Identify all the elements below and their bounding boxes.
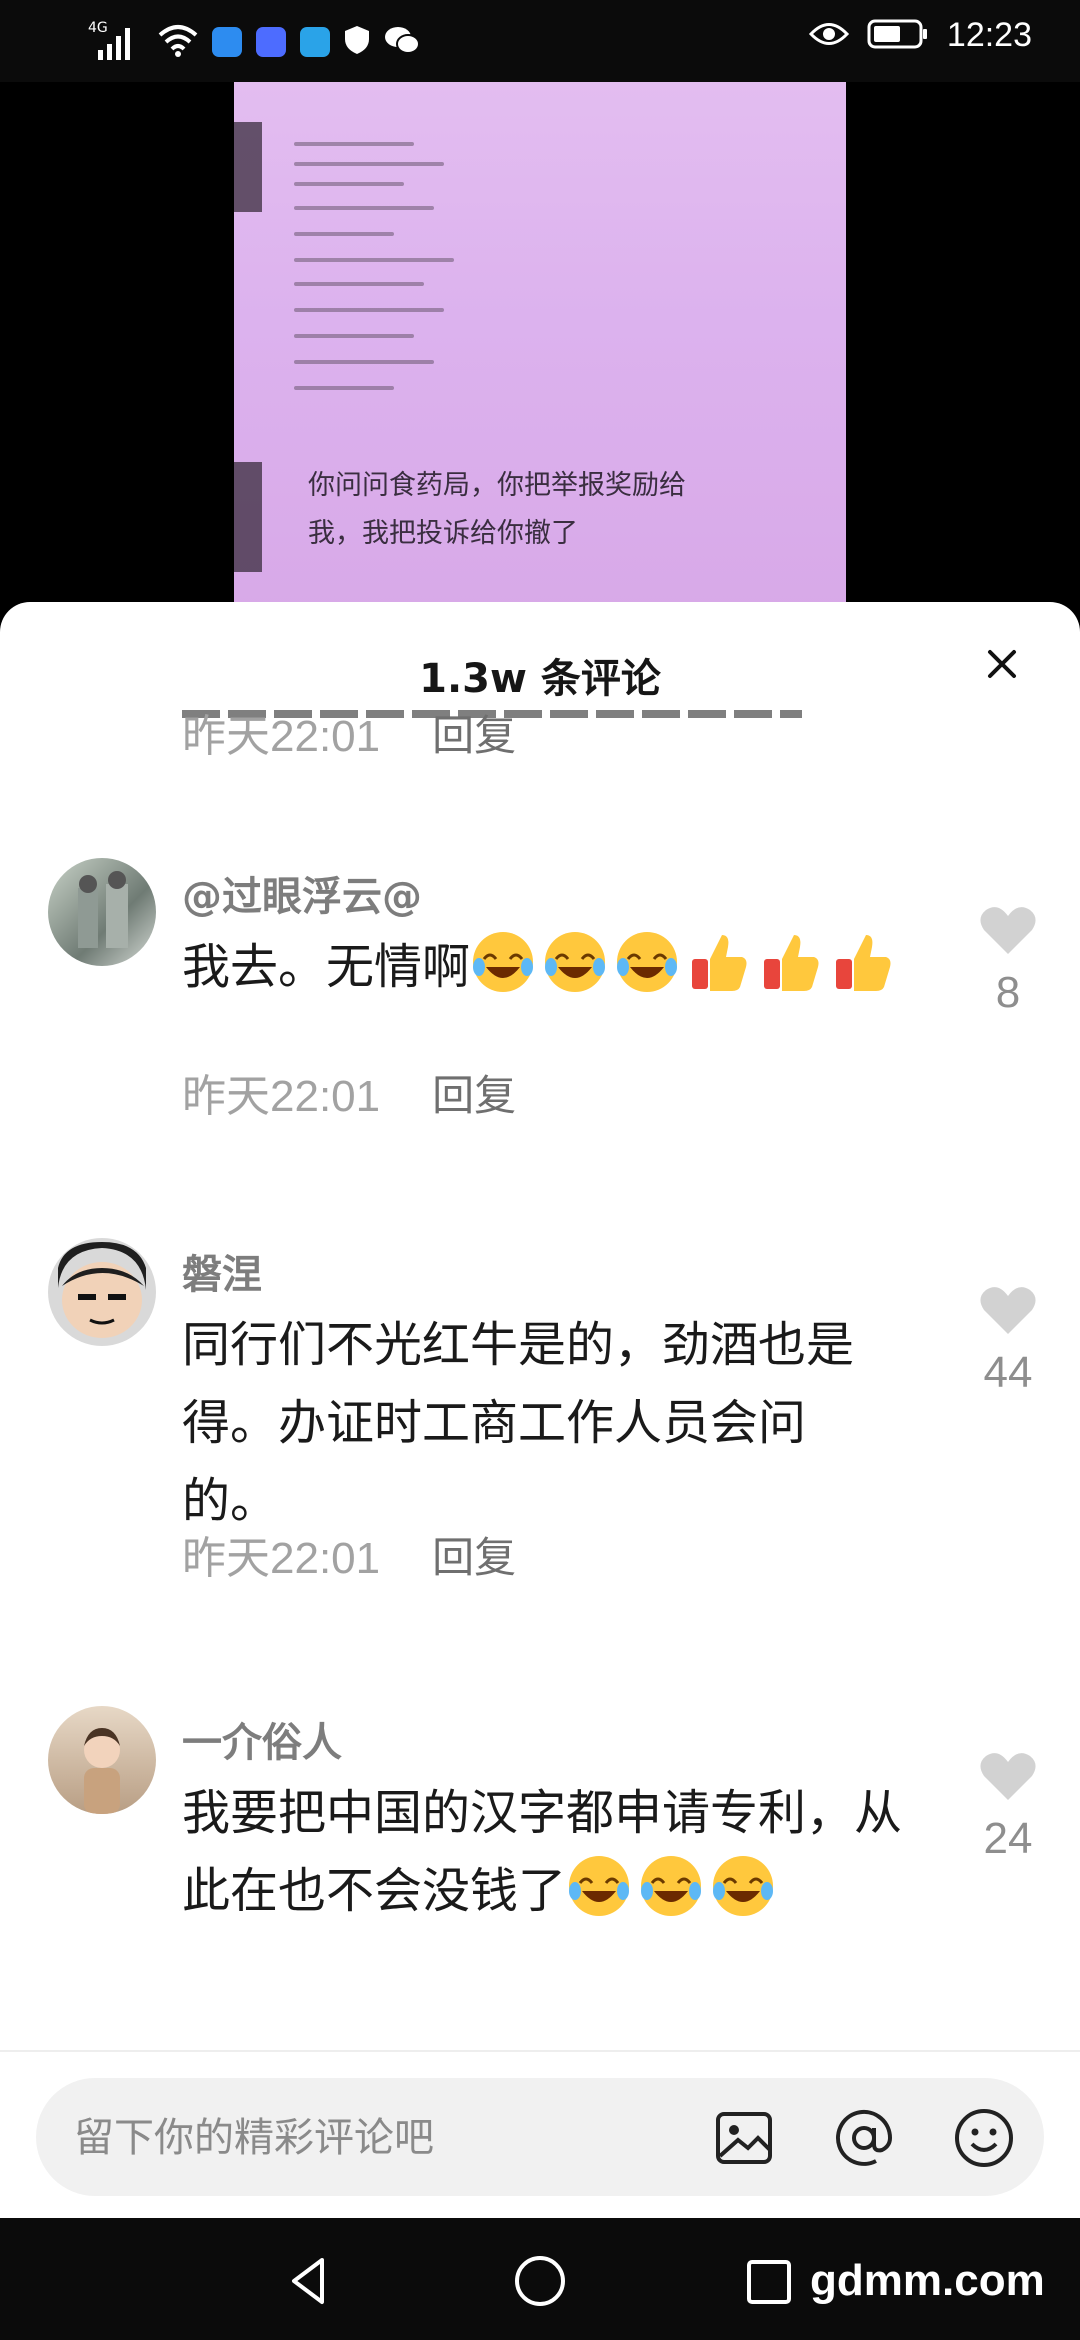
thumbs-up-emoji-icon	[692, 935, 747, 991]
cloud-app-icon	[300, 27, 330, 57]
laughing-crying-emoji-icon	[641, 1856, 702, 1916]
comment-time: 昨天22:01	[182, 712, 381, 761]
like-count: 8	[995, 968, 1021, 1017]
recents-square-icon	[747, 2260, 791, 2304]
network-type: 4G	[88, 20, 108, 36]
cellular-signal-icon: 4G	[88, 18, 144, 66]
mention-button[interactable]	[832, 2106, 896, 2170]
document-line	[294, 334, 414, 338]
thumbs-up-emoji-icon	[764, 935, 819, 991]
video-player[interactable]: 你问问食药局，你把举报奖励给 我，我把投诉给你撤了	[0, 82, 1080, 612]
home-circle-icon	[515, 2256, 565, 2306]
laughing-crying-emoji-icon	[617, 932, 678, 992]
document-line	[294, 282, 424, 286]
comment-input-bar	[0, 2050, 1080, 2220]
battery-icon	[867, 19, 929, 53]
comment-text: 我要把中国的汉字都申请专利，从此在也不会没钱了	[182, 1774, 902, 1930]
reply-button[interactable]: 回复	[432, 710, 516, 763]
system-navigation-bar: gdmm.com	[0, 2218, 1080, 2340]
comment-body: 我要把中国的汉字都申请专利，从此在也不会没钱了	[182, 1785, 903, 1919]
document-line	[294, 206, 434, 210]
laughing-crying-emoji-icon	[713, 1856, 774, 1916]
reply-button[interactable]: 回复	[432, 1524, 516, 1585]
at-sign-icon	[836, 2109, 893, 2166]
avatar[interactable]	[48, 1706, 156, 1814]
document-edge	[234, 462, 262, 572]
like-button[interactable]: 44	[968, 1284, 1048, 1398]
document-line	[294, 142, 414, 146]
comment-username[interactable]: @过眼浮云@	[182, 864, 422, 922]
avatar[interactable]	[48, 1238, 156, 1346]
document-line	[294, 182, 404, 186]
comment-meta: 昨天22:01 回复	[182, 710, 516, 764]
heart-icon	[980, 1287, 1036, 1334]
close-icon	[988, 650, 1016, 678]
comment-body: 我去。无情啊	[182, 939, 471, 995]
document-line	[294, 258, 454, 262]
music-app-icon	[256, 27, 286, 57]
image-icon	[716, 2112, 772, 2164]
laughing-crying-emoji-icon	[569, 1856, 630, 1916]
comment-list[interactable]: 昨天22:01 回复 @过眼浮云@ 我去。无情啊 昨天22:01 回复 8 磐涅…	[0, 710, 1080, 2140]
comment-meta: 昨天22:01 回复	[182, 1522, 516, 1586]
avatar[interactable]	[48, 858, 156, 966]
clock: 12:23	[946, 16, 1032, 54]
like-count: 44	[983, 1348, 1033, 1397]
close-button[interactable]	[976, 638, 1028, 690]
heart-icon	[980, 1753, 1036, 1800]
comment-time: 昨天22:01	[182, 1534, 381, 1583]
comment-username[interactable]: 磐涅	[182, 1242, 262, 1300]
watermark: gdmm.com	[810, 2256, 1045, 2305]
document-edge	[234, 122, 262, 212]
status-bar: 4G 12:23	[0, 0, 1080, 82]
like-count: 24	[983, 1814, 1033, 1863]
comment-time: 昨天22:01	[182, 1072, 381, 1121]
comment-text: 我去。无情啊	[182, 928, 902, 1006]
comment-input-box	[36, 2078, 1044, 2196]
video-frame: 你问问食药局，你把举报奖励给 我，我把投诉给你撤了	[234, 82, 846, 612]
image-button[interactable]	[712, 2106, 776, 2170]
recents-button[interactable]	[733, 2246, 803, 2316]
security-icon	[344, 25, 370, 59]
like-button[interactable]: 24	[968, 1750, 1048, 1864]
like-button[interactable]: 8	[968, 904, 1048, 1018]
home-button[interactable]	[505, 2246, 575, 2316]
document-line	[294, 162, 444, 166]
comment-text: 同行们不光红牛是的，劲酒也是得。办证时工商工作人员会问的。	[182, 1317, 855, 1529]
comment-username[interactable]: 一介俗人	[182, 1710, 342, 1768]
eye-comfort-icon	[808, 21, 849, 51]
laughing-crying-emoji-icon	[473, 932, 534, 992]
document-line	[294, 386, 394, 390]
heart-icon	[980, 907, 1036, 954]
emoji-button[interactable]	[952, 2106, 1016, 2170]
document-line	[294, 308, 444, 312]
thumbs-up-emoji-icon	[836, 935, 891, 991]
reply-button[interactable]: 回复	[432, 1062, 516, 1123]
back-button[interactable]	[274, 2246, 344, 2316]
shield-app-icon	[212, 27, 242, 57]
smiley-icon	[955, 2109, 1013, 2167]
comment-meta: 昨天22:01 回复	[182, 1060, 516, 1124]
back-triangle-icon	[292, 2258, 324, 2304]
laughing-crying-emoji-icon	[545, 932, 606, 992]
comment-input[interactable]	[72, 2100, 696, 2176]
document-line	[294, 360, 434, 364]
video-caption: 你问问食药局，你把举报奖励给 我，我把投诉给你撤了	[308, 470, 686, 549]
document-line	[294, 232, 394, 236]
comment-sheet: 1.3w 条评论 昨天22:01 回复 @过眼浮云@ 我去。无情啊 昨天22:0…	[0, 602, 1080, 2218]
comment-count-title: 1.3w 条评论	[419, 656, 661, 702]
wifi-icon	[158, 23, 198, 61]
wechat-icon	[384, 25, 420, 59]
